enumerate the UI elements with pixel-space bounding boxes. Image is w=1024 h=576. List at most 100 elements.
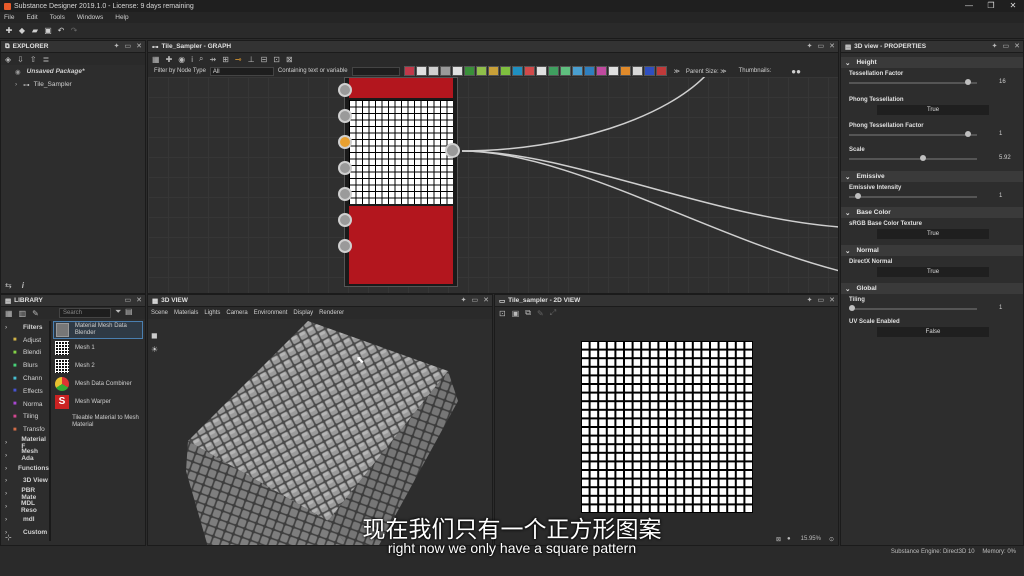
node-palette-icon[interactable] (535, 66, 547, 76)
new-icon[interactable]: ◈ (5, 55, 11, 64)
close-icon[interactable]: ✕ (829, 42, 835, 50)
maximize-button[interactable]: ❐ (980, 0, 1002, 12)
dependency-icon[interactable]: ⇆ (5, 281, 12, 290)
menu-windows[interactable]: Windows (77, 14, 103, 21)
library-search-input[interactable]: Search (59, 308, 111, 318)
section-global[interactable]: ⌄ Global (841, 283, 1023, 294)
section-base-color[interactable]: ⌄ Base Color (841, 207, 1023, 218)
float-icon[interactable]: ▭ (125, 42, 132, 50)
library-category[interactable]: ■ Adjust (1, 334, 49, 347)
node-palette-icon[interactable] (439, 66, 451, 76)
node-palette-icon[interactable] (607, 66, 619, 76)
info-icon[interactable]: i (191, 55, 193, 64)
view3d-menu-environment[interactable]: Environment (254, 310, 288, 316)
node-palette-icon[interactable] (571, 66, 583, 76)
camera-icon[interactable]: ◉ (178, 55, 185, 64)
node-palette-icon[interactable] (463, 66, 475, 76)
menu-edit[interactable]: Edit (26, 14, 37, 21)
input-port[interactable] (338, 239, 352, 253)
save-image-icon[interactable]: ▣ (512, 309, 520, 318)
section-normal[interactable]: ⌄ Normal (841, 245, 1023, 256)
close-window-button[interactable]: ✕ (1002, 0, 1024, 12)
library-category[interactable]: ■ Blurs (1, 359, 49, 372)
srgb-toggle[interactable]: True (877, 229, 989, 239)
library-item[interactable]: Mesh 2 (53, 357, 143, 375)
input-port[interactable] (338, 109, 352, 123)
node-palette-icon[interactable] (559, 66, 571, 76)
library-item[interactable]: Material Mesh Data Blender (53, 321, 143, 339)
view3d-menu-display[interactable]: Display (293, 310, 313, 316)
node-palette-icon[interactable] (583, 66, 595, 76)
view3d-menu-camera[interactable]: Camera (226, 310, 247, 316)
save-icon[interactable]: ▣ (43, 26, 53, 36)
node-palette-icon[interactable] (499, 66, 511, 76)
library-category[interactable]: ■ Blendi (1, 347, 49, 360)
input-port[interactable] (338, 83, 352, 97)
library-category[interactable]: › 3D View (1, 475, 49, 488)
search-icon[interactable]: ⌕ (199, 54, 203, 64)
input-port[interactable] (338, 187, 352, 201)
node-palette-icon[interactable] (595, 66, 607, 76)
float-icon[interactable]: ▭ (818, 296, 825, 304)
expand-chevron-icon[interactable]: › (5, 452, 12, 459)
new-package-icon[interactable]: ✚ (4, 26, 14, 36)
pin-icon[interactable]: ✦ (461, 296, 467, 304)
input-port[interactable] (338, 135, 352, 149)
slider-knob[interactable] (919, 155, 926, 161)
eyedropper-icon[interactable]: ✎ (537, 309, 544, 318)
expand-chevron-icon[interactable]: › (15, 81, 17, 88)
expand-chevron-icon[interactable]: › (5, 490, 12, 497)
node-palette-icon[interactable] (547, 66, 559, 76)
library-edit-icon[interactable]: ✎ (32, 309, 39, 318)
library-category[interactable]: ■ Transfo (1, 423, 49, 436)
pin-icon[interactable]: ✦ (807, 42, 813, 50)
pin-icon[interactable]: ✦ (114, 42, 120, 50)
library-category[interactable]: ■ Norma (1, 398, 49, 411)
pin-node-icon[interactable]: ⊡ (273, 55, 280, 64)
expand-chevron-icon[interactable]: › (5, 477, 13, 484)
add-node-icon[interactable]: ✚ (166, 55, 173, 64)
section-height[interactable]: ⌄ Height (841, 57, 1023, 68)
node-palette-icon[interactable] (415, 66, 427, 76)
export-icon[interactable]: ⇧ (30, 55, 37, 64)
import-icon[interactable]: ⇩ (17, 55, 24, 64)
redo-icon[interactable]: ↷ (69, 26, 79, 36)
parent-size-label[interactable]: Parent Size: ≫ (686, 68, 727, 75)
graph-row[interactable]: › ⊶ Tile_Sampler (1, 78, 145, 91)
text-filter-input[interactable] (351, 66, 400, 76)
phong-tessellation-toggle[interactable]: True (877, 105, 989, 115)
library-item[interactable]: S Mesh Warper (53, 393, 143, 411)
info-icon[interactable]: i (22, 281, 24, 290)
slider-knob[interactable] (964, 131, 971, 137)
tile-sampler-node[interactable] (344, 77, 458, 287)
library-category[interactable]: ■ Chann (1, 372, 49, 385)
output-port[interactable] (445, 143, 460, 158)
expand-chevron-icon[interactable]: › (5, 465, 11, 472)
copy-icon[interactable]: ⧉ (525, 308, 531, 318)
close-icon[interactable]: ✕ (136, 42, 142, 50)
emissive-intensity-slider[interactable]: 1 (849, 191, 1023, 203)
graph-settings-icon[interactable]: ▦ (152, 55, 160, 64)
node-palette-icon[interactable] (631, 66, 643, 76)
graph-canvas[interactable] (148, 77, 838, 293)
slider-knob[interactable] (964, 79, 971, 85)
node-palette-icon[interactable] (655, 66, 667, 76)
float-icon[interactable]: ▭ (818, 42, 825, 50)
tessellation-factor-slider[interactable]: 16 (849, 77, 1023, 89)
library-item[interactable]: Mesh 1 (53, 339, 143, 357)
library-folder-icon[interactable]: ▥ (19, 309, 27, 318)
package-row[interactable]: ◉ Unsaved Package* (1, 65, 145, 78)
pin-icon[interactable]: ✦ (992, 42, 998, 50)
node-type-select[interactable]: All (209, 66, 274, 76)
node-palette-icon[interactable] (427, 66, 439, 76)
library-category[interactable]: ■ Effects (1, 385, 49, 398)
expand-chevron-icon[interactable]: › (5, 324, 13, 331)
section-emissive[interactable]: ⌄ Emissive (841, 171, 1023, 182)
uv-scale-toggle[interactable]: False (877, 327, 989, 337)
thumbnail-toggle-icon[interactable]: ●● (791, 67, 801, 76)
library-category[interactable]: ■ Tiling (1, 411, 49, 424)
input-port[interactable] (338, 161, 352, 175)
input-port[interactable] (338, 213, 352, 227)
directx-normal-toggle[interactable]: True (877, 267, 989, 277)
list-icon[interactable]: ≣ (43, 55, 50, 64)
